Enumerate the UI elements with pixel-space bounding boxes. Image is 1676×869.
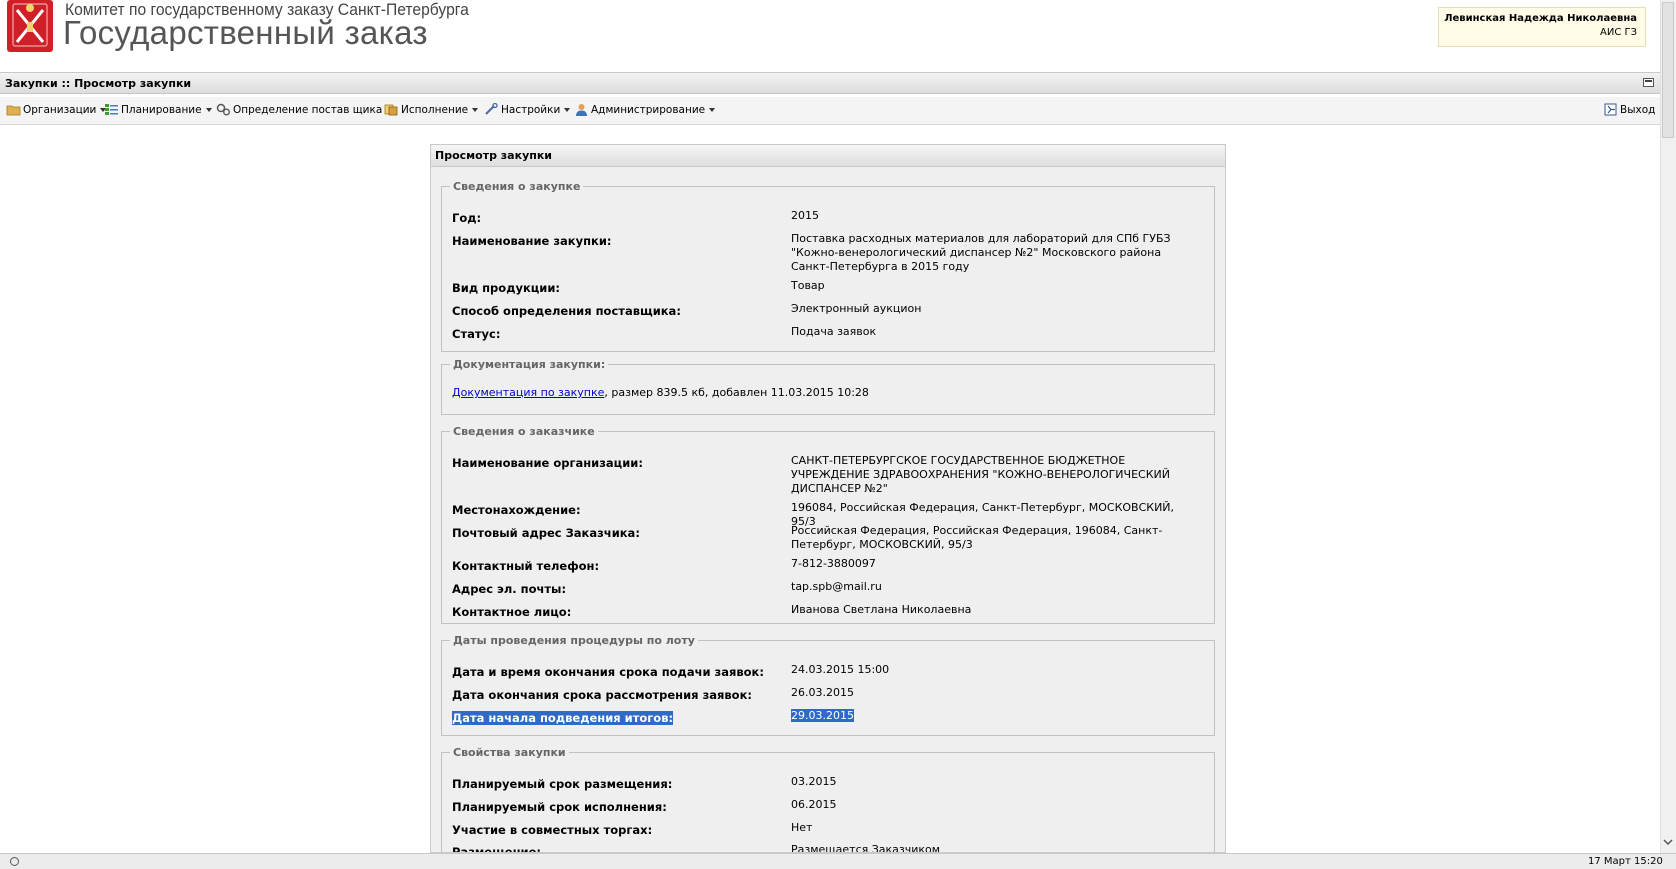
menu-planning[interactable]: Планирование (104, 103, 212, 116)
field-value: 2015 (791, 209, 819, 222)
field-value: 24.03.2015 15:00 (791, 663, 890, 676)
breadcrumb: Закупки :: Просмотр закупки (5, 77, 192, 90)
field-label: Участие в совместных торгах: (452, 823, 653, 837)
field-value: Российская Федерация, Российская Федерац… (791, 524, 1163, 551)
field-value: 7-812-3880097 (791, 557, 876, 570)
chevron-down-icon (709, 107, 716, 112)
exit-label: Выход (1620, 103, 1656, 116)
field-label: Дата и время окончания срока подачи заяв… (452, 665, 764, 679)
field-label: Планируемый срок размещения: (452, 777, 673, 791)
menu-administration[interactable]: Администрирование (574, 103, 716, 116)
spb-coat-of-arms-logo (7, 0, 53, 52)
user-name[interactable]: Левинская Надежда Николаевна (1439, 13, 1637, 24)
system-name: АИС ГЗ (1600, 27, 1637, 38)
menu-label: Планирование (121, 103, 202, 116)
section-legend: Свойства закупки (453, 746, 566, 759)
menu-label: Исполнение (401, 103, 469, 116)
field-label: Адрес эл. почты: (452, 582, 567, 596)
field-value: 26.03.2015 (791, 686, 854, 699)
menu-label: Определение постав щика (233, 103, 383, 116)
field-label: Вид продукции: (452, 281, 561, 295)
field-label: Статус: (452, 327, 501, 341)
field-label: Наименование закупки: (452, 234, 612, 248)
selected-label-text: Дата начала подведения итогов: (452, 711, 674, 725)
menu-supplier-selection[interactable]: Определение постав щика (216, 103, 393, 116)
app-title: Государственный заказ (63, 14, 428, 51)
menu-settings[interactable]: Настройки (484, 103, 571, 116)
documentation-line: Документация по закупке, размер 839.5 кб… (452, 386, 869, 399)
status-icon (10, 857, 19, 866)
field-value: Электронный аукцион (791, 302, 922, 315)
menu-organizations[interactable]: Организации (6, 103, 107, 116)
documentation-section: Документация закупки: Документация по за… (441, 358, 1215, 415)
main-menu: Организации Планирование Определение пос… (0, 97, 1668, 125)
field-value: Подача заявок (791, 325, 877, 338)
collapse-header-button[interactable] (1643, 78, 1654, 87)
scrollbar-thumb[interactable] (1662, 2, 1674, 138)
section-legend: Сведения о закупке (453, 180, 581, 193)
menu-label: Организации (23, 103, 97, 116)
folder-icon (6, 105, 21, 116)
user-info-box: Левинская Надежда Николаевна АИС ГЗ (1438, 7, 1646, 47)
field-value: 29.03.2015 (791, 709, 1201, 723)
field-label: Год: (452, 211, 482, 225)
list-icon (105, 104, 118, 115)
exit-icon (1604, 103, 1617, 116)
documents-icon (384, 104, 398, 116)
field-value: Размещается Заказчиком (791, 843, 941, 853)
field-value: Поставка расходных материалов для лабора… (791, 232, 1171, 273)
field-label: Планируемый срок исполнения: (452, 800, 667, 814)
purchase-view-panel: Просмотр закупки Сведения о закупке Год:… (430, 144, 1226, 853)
wrench-icon (485, 103, 498, 115)
exit-button[interactable]: Выход (1603, 103, 1655, 116)
breadcrumb-bar: Закупки :: Просмотр закупки (0, 72, 1668, 94)
purchase-properties-section: Свойства закупки Планируемый срок размещ… (441, 746, 1215, 853)
field-label: Размещение: (452, 845, 541, 853)
field-label: Дата начала подведения итогов: (452, 711, 782, 725)
field-label: Местонахождение: (452, 503, 581, 517)
purchase-info-section: Сведения о закупке Год: 2015 Наименовани… (441, 180, 1215, 352)
field-label: Наименование организации: (452, 456, 643, 470)
panel-title: Просмотр закупки (431, 145, 1225, 167)
selected-value-text: 29.03.2015 (791, 709, 854, 722)
app-header: Комитет по государственному заказу Санкт… (0, 0, 1668, 66)
section-legend: Даты проведения процедуры по лоту (453, 634, 695, 647)
field-label: Почтовый адрес Заказчика: (452, 526, 640, 540)
documentation-link[interactable]: Документация по закупке (452, 386, 604, 399)
menu-execution[interactable]: Исполнение (384, 103, 479, 116)
status-time: 17 Март 15:20 (1588, 856, 1663, 867)
chevron-down-icon (564, 107, 571, 112)
status-bar: 17 Март 15:20 (0, 853, 1676, 869)
gears-icon (216, 103, 230, 116)
documentation-info: , размер 839.5 кб, добавлен 11.03.2015 1… (604, 386, 869, 399)
section-legend: Сведения о заказчике (453, 425, 595, 438)
menu-label: Настройки (501, 103, 561, 116)
menu-label: Администрирование (591, 103, 706, 116)
field-label: Способ определения поставщика: (452, 304, 681, 318)
customer-info-section: Сведения о заказчике Наименование органи… (441, 425, 1215, 624)
field-value: Нет (791, 821, 813, 834)
field-value: Иванова Светлана Николаевна (791, 603, 972, 616)
scroll-down-icon[interactable] (1662, 835, 1674, 849)
user-icon (576, 104, 587, 116)
section-legend: Документация закупки: (453, 358, 606, 371)
field-value: 03.2015 (791, 775, 837, 788)
chevron-down-icon (205, 107, 212, 112)
lot-dates-section: Даты проведения процедуры по лоту Дата и… (441, 634, 1215, 736)
field-label: Контактный телефон: (452, 559, 600, 573)
field-value: 06.2015 (791, 798, 837, 811)
field-label: Контактное лицо: (452, 605, 572, 619)
chevron-down-icon (472, 107, 479, 112)
field-value: Товар (791, 279, 825, 292)
field-value: tap.spb@mail.ru (791, 580, 882, 593)
field-value: САНКТ-ПЕТЕРБУРГСКОЕ ГОСУДАРСТВЕННОЕ БЮДЖ… (791, 454, 1170, 495)
field-label: Дата окончания срока рассмотрения заявок… (452, 688, 752, 702)
